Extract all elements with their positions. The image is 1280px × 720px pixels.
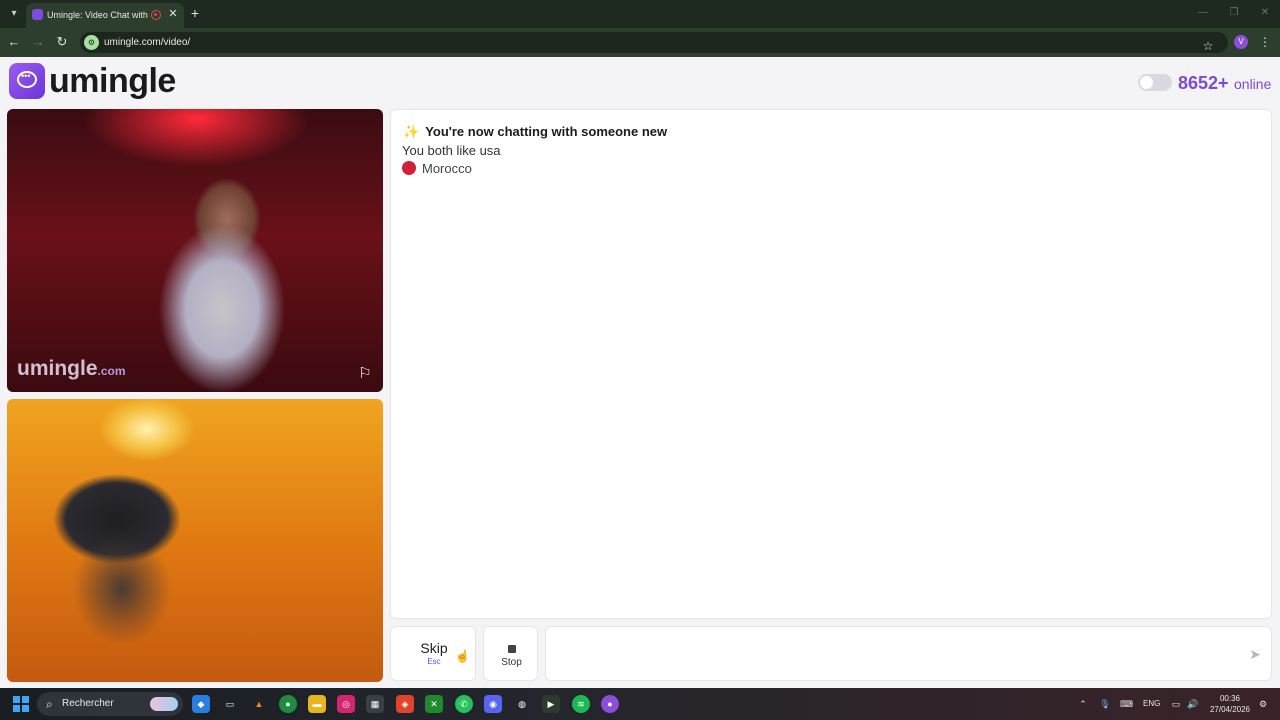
video-watermark: umingle.com bbox=[17, 357, 126, 381]
network-icon[interactable]: ▭ bbox=[1170, 697, 1182, 711]
close-tab-icon[interactable]: ✕ bbox=[166, 7, 180, 21]
chat-panel: ✨ You're now chatting with someone new Yo… bbox=[390, 109, 1272, 619]
umingle-favicon-icon bbox=[32, 9, 43, 20]
xbox-icon[interactable]: ✕ bbox=[425, 695, 443, 713]
clock-time: 00:36 bbox=[1219, 694, 1241, 703]
chat-system-message: ✨ You're now chatting with someone new bbox=[403, 123, 667, 141]
chat-title-text: You're now chatting with someone new bbox=[425, 124, 668, 139]
stranger-country: Morocco bbox=[402, 160, 472, 178]
whatsapp-icon[interactable]: ✆ bbox=[455, 695, 473, 713]
keyboard-icon[interactable]: ⌨ bbox=[1120, 697, 1133, 711]
discord-icon[interactable]: ◉ bbox=[484, 695, 502, 713]
site-info-icon[interactable]: ⚙ bbox=[84, 35, 99, 50]
theme-toggle[interactable] bbox=[1138, 74, 1172, 91]
instagram-icon[interactable]: ◎ bbox=[337, 695, 355, 713]
morocco-flag-icon bbox=[402, 161, 416, 175]
show-hidden-icons-icon[interactable]: ⌃ bbox=[1077, 697, 1089, 711]
umingle-logo-icon[interactable] bbox=[9, 63, 45, 99]
profile-avatar[interactable]: V bbox=[1234, 35, 1248, 49]
media-player-icon[interactable]: ▶ bbox=[542, 695, 560, 713]
spotify-icon[interactable]: ≋ bbox=[572, 695, 590, 713]
tab-list-icon[interactable]: ▾ bbox=[6, 6, 22, 22]
browser-tab-bar: ▾ Umingle: Video Chat with S ✕ + — ❐ ✕ bbox=[0, 0, 1280, 28]
sparkle-icon: ✨ bbox=[403, 124, 420, 139]
chat-bubble-icon bbox=[17, 71, 37, 88]
reload-icon[interactable]: ↻ bbox=[54, 34, 70, 50]
chrome-profile-icon[interactable]: ● bbox=[601, 695, 619, 713]
new-tab-icon[interactable]: + bbox=[188, 5, 202, 21]
obs-icon[interactable]: ◍ bbox=[513, 695, 531, 713]
browser-nav-bar: ← → ↻ ⚙ umingle.com/video/ ☆ V ⋮ bbox=[0, 28, 1280, 57]
volume-icon[interactable]: 🔊 bbox=[1187, 697, 1199, 711]
taskbar-search-text: Rechercher bbox=[62, 698, 114, 709]
message-box: ➤ bbox=[545, 626, 1272, 681]
toggle-knob bbox=[1140, 76, 1153, 89]
self-video bbox=[7, 399, 383, 682]
close-window-icon[interactable]: ✕ bbox=[1258, 7, 1272, 19]
online-count: 8652+ bbox=[1178, 73, 1229, 93]
report-flag-icon[interactable]: ⚐ bbox=[356, 365, 374, 383]
task-view-icon[interactable]: ▭ bbox=[221, 695, 239, 713]
logo-text[interactable]: umingle bbox=[49, 61, 176, 101]
brave-icon[interactable]: ◈ bbox=[396, 695, 414, 713]
vlc-icon[interactable]: ▲ bbox=[250, 695, 268, 713]
online-label: online bbox=[1234, 76, 1272, 92]
store-icon[interactable]: ▦ bbox=[366, 695, 384, 713]
taskbar-clock[interactable]: 00:36 27/04/2026 bbox=[1208, 693, 1252, 715]
watermark-suffix: .com bbox=[97, 364, 126, 378]
windows-taskbar: ⌕ Rechercher ◆ ▭ ▲ ● ▬ ◎ ▦ ◈ ✕ ✆ ◉ ◍ ▶ ≋… bbox=[0, 688, 1280, 720]
send-icon[interactable]: ➤ bbox=[1246, 645, 1264, 663]
address-bar[interactable]: ⚙ umingle.com/video/ ☆ bbox=[80, 32, 1228, 53]
chrome-icon[interactable]: ● bbox=[279, 695, 297, 713]
file-explorer-icon[interactable]: ▬ bbox=[308, 695, 326, 713]
taskbar-search[interactable]: ⌕ Rechercher bbox=[37, 692, 183, 716]
restore-icon[interactable]: ❐ bbox=[1227, 7, 1241, 19]
bookmark-star-icon[interactable]: ☆ bbox=[1200, 38, 1216, 54]
windows-start-icon[interactable] bbox=[13, 696, 29, 712]
recording-icon bbox=[151, 10, 161, 20]
common-interest-text: You both like usa bbox=[402, 143, 501, 158]
url-text: umingle.com/video/ bbox=[104, 37, 191, 48]
hand-cursor-icon: ☝ bbox=[455, 649, 470, 663]
watermark-text: umingle bbox=[17, 357, 98, 380]
stop-icon bbox=[508, 645, 516, 653]
tab-title: Umingle: Video Chat with S bbox=[47, 10, 151, 20]
stop-label: Stop bbox=[501, 657, 522, 668]
back-icon[interactable]: ← bbox=[6, 34, 22, 50]
forward-icon[interactable]: → bbox=[30, 34, 46, 50]
country-name: Morocco bbox=[422, 161, 472, 176]
stranger-video: umingle.com ⚐ bbox=[7, 109, 383, 392]
search-icon: ⌕ bbox=[46, 697, 53, 711]
search-highlight-icon bbox=[150, 697, 178, 711]
microphone-icon[interactable]: 🎙 bbox=[1099, 697, 1111, 711]
stop-button[interactable]: Stop bbox=[483, 626, 538, 681]
notifications-icon[interactable]: ⚙ bbox=[1257, 697, 1269, 711]
clock-date: 27/04/2026 bbox=[1209, 705, 1251, 714]
minimize-icon[interactable]: — bbox=[1196, 7, 1210, 19]
skip-button[interactable]: Skip Esc ☝ bbox=[390, 626, 476, 681]
language-indicator[interactable]: ENG bbox=[1143, 697, 1160, 711]
browser-tab[interactable]: Umingle: Video Chat with S ✕ bbox=[26, 3, 184, 28]
page-content: umingle 8652+ online umingle.com ⚐ ✨You'… bbox=[0, 57, 1280, 688]
defender-icon[interactable]: ◆ bbox=[192, 695, 210, 713]
browser-menu-icon[interactable]: ⋮ bbox=[1258, 34, 1272, 50]
message-input[interactable] bbox=[556, 637, 1236, 672]
